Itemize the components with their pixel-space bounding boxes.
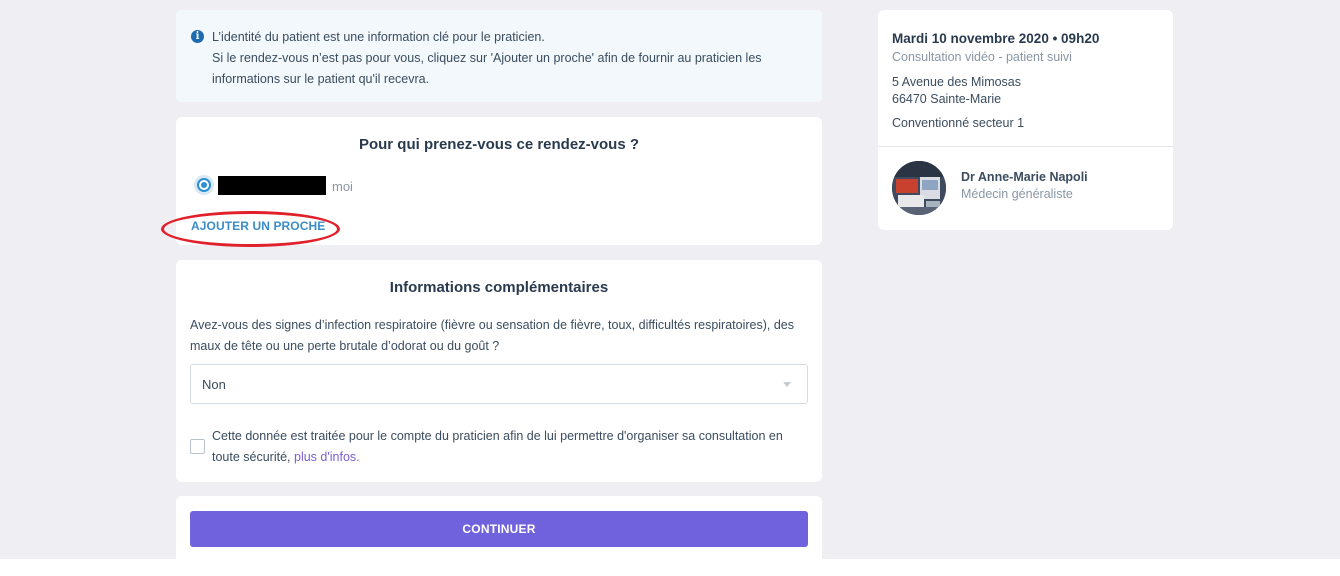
consent-checkbox[interactable] [190, 439, 205, 454]
doctor-name: Dr Anne-Marie Napoli [961, 170, 1088, 184]
add-relative-link[interactable]: AJOUTER UN PROCHE [191, 219, 325, 233]
identity-notice: i L’identité du patient est une informat… [176, 10, 822, 102]
convention-sector: Conventionné secteur 1 [892, 116, 1025, 130]
more-info-link[interactable]: plus d'infos. [294, 450, 360, 464]
chevron-down-icon [783, 382, 791, 387]
patient-self-label: moi [332, 179, 353, 194]
info-icon: i [191, 30, 204, 43]
respiratory-question: Avez-vous des signes d’infection respira… [190, 318, 795, 353]
consent-text: Cette donnée est traitée pour le compte … [212, 429, 783, 464]
radio-selected-dot [201, 182, 207, 188]
appointment-datetime: Mardi 10 novembre 2020 • 09h20 [892, 31, 1100, 46]
doctor-avatar [892, 161, 946, 215]
address-line-2: 66470 Sainte-Marie [892, 92, 1002, 106]
patient-selection-title: Pour qui prenez-vous ce rendez-vous ? [358, 136, 640, 153]
select-value: Non [202, 377, 226, 392]
notice-line-2: Si le rendez-vous n’est pas pour vous, c… [212, 51, 762, 65]
additional-info-title: Informations complémentaires [389, 279, 609, 296]
continue-button[interactable]: CONTINUER [190, 511, 808, 547]
doctor-specialty: Médecin généraliste [961, 187, 1073, 201]
address-line-1: 5 Avenue des Mimosas [892, 75, 1022, 89]
notice-line-3: informations sur le patient qu'il recevr… [212, 72, 430, 86]
appointment-type: Consultation vidéo - patient suivi [892, 50, 1072, 64]
page-bottom-strip [0, 559, 1340, 576]
patient-radio-self[interactable] [194, 175, 214, 195]
appointment-summary-card: Mardi 10 novembre 2020 • 09h20 Consultat… [878, 10, 1173, 230]
redacted-patient-name [218, 176, 326, 195]
divider [878, 146, 1173, 147]
respiratory-answer-select[interactable]: Non [190, 364, 808, 404]
notice-line-1: L’identité du patient est une informatio… [212, 30, 545, 44]
